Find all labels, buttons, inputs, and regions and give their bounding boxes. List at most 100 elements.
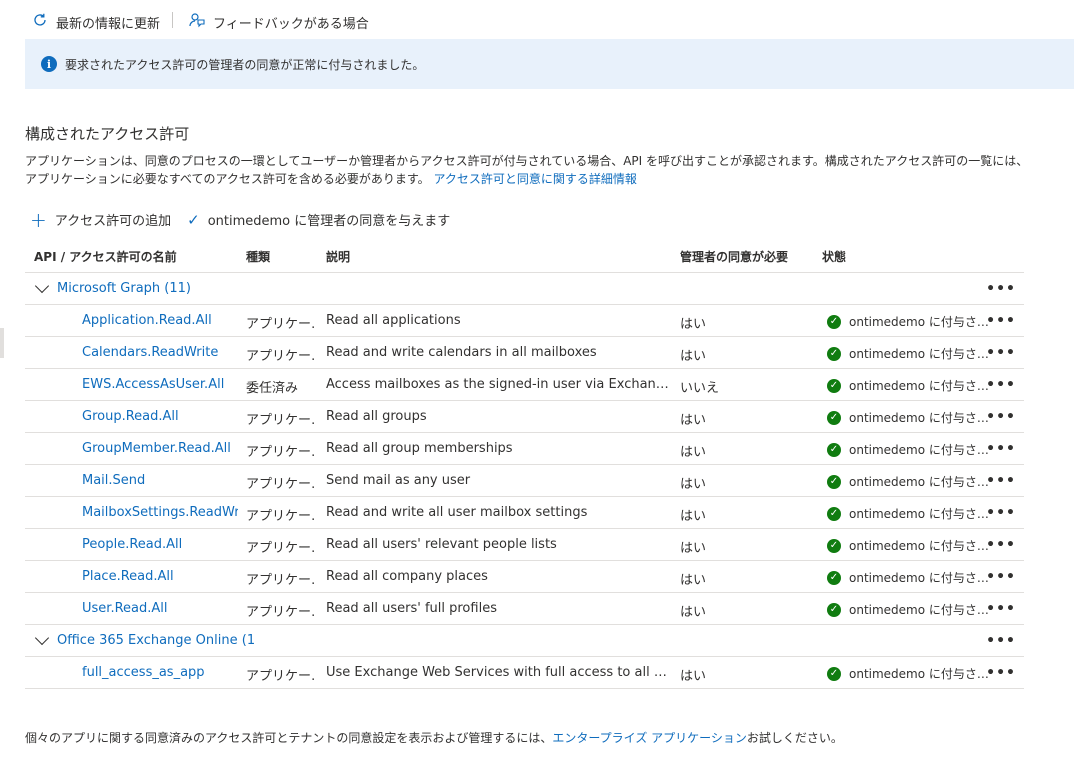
permission-actions: + アクセス許可の追加 ✓ ontimedemo に管理者の同意を与えます bbox=[30, 210, 466, 230]
refresh-button[interactable]: 最新の情報に更新 bbox=[32, 12, 160, 32]
permission-type: アプリケー… bbox=[246, 573, 316, 588]
group-toggle[interactable]: Office 365 Exchange Online (1 bbox=[34, 630, 255, 648]
status-cell: ✓ ontimedemo に付与さ… bbox=[827, 665, 992, 682]
more-options-icon[interactable]: ••• bbox=[986, 569, 1016, 585]
permission-type: アプリケー… bbox=[246, 509, 316, 524]
permission-name-link[interactable]: EWS.AccessAsUser.All bbox=[82, 377, 238, 392]
more-options-icon[interactable]: ••• bbox=[986, 313, 1016, 329]
header-admin-consent[interactable]: 管理者の同意が必要 bbox=[680, 248, 788, 265]
status-text: ontimedemo に付与さ… bbox=[849, 603, 989, 617]
header-type[interactable]: 種類 bbox=[246, 248, 270, 265]
add-permission-button[interactable]: + アクセス許可の追加 bbox=[30, 210, 172, 230]
status-text: ontimedemo に付与さ… bbox=[849, 571, 989, 585]
permission-description: Access mailboxes as the signed-in user v… bbox=[326, 377, 671, 392]
chevron-down-icon bbox=[34, 630, 50, 645]
granted-check-icon: ✓ bbox=[827, 474, 841, 489]
granted-check-icon: ✓ bbox=[827, 346, 841, 361]
permission-name-link[interactable]: Mail.Send bbox=[82, 473, 238, 488]
header-name[interactable]: API / アクセス許可の名前 bbox=[34, 248, 177, 265]
refresh-icon bbox=[32, 12, 48, 32]
admin-consent-required: はい bbox=[680, 541, 707, 556]
header-status[interactable]: 状態 bbox=[822, 248, 846, 265]
permission-description: Read all company places bbox=[326, 569, 488, 584]
status-cell: ✓ ontimedemo に付与さ… bbox=[827, 409, 992, 426]
more-options-icon[interactable]: ••• bbox=[986, 505, 1016, 521]
permission-name-link[interactable]: full_access_as_app bbox=[82, 665, 238, 680]
permission-name-link[interactable]: Group.Read.All bbox=[82, 409, 238, 424]
permission-type: アプリケー… bbox=[246, 349, 316, 364]
admin-consent-required: はい bbox=[680, 605, 707, 620]
admin-consent-required: はい bbox=[680, 509, 707, 524]
granted-check-icon: ✓ bbox=[827, 506, 841, 521]
permission-description: Read and write all user mailbox settings bbox=[326, 505, 588, 520]
permission-name-link[interactable]: MailboxSettings.ReadWrite bbox=[82, 505, 238, 520]
status-cell: ✓ ontimedemo に付与さ… bbox=[827, 441, 992, 458]
table-row: Mail.Send アプリケー… Send mail as any user はい ✓ o… bbox=[25, 465, 1024, 497]
feedback-button[interactable]: フィードバックがある場合 bbox=[189, 12, 369, 32]
learn-more-link[interactable]: アクセス許可と同意に関する詳細情報 bbox=[433, 172, 636, 186]
more-options-icon[interactable]: ••• bbox=[986, 633, 1016, 649]
table-row: User.Read.All アプリケー… Read all users' full … bbox=[25, 593, 1024, 625]
admin-consent-required: はい bbox=[680, 317, 707, 332]
permission-description: Use Exchange Web Services with full acce… bbox=[326, 665, 671, 680]
enterprise-apps-link[interactable]: エンタープライズ アプリケーション bbox=[552, 731, 747, 745]
table-body: Microsoft Graph (11) ••• Application.Read.… bbox=[25, 273, 1024, 689]
status-cell: ✓ ontimedemo に付与さ… bbox=[827, 505, 992, 522]
permission-name-link[interactable]: Place.Read.All bbox=[82, 569, 238, 584]
grant-consent-label: ontimedemo に管理者の同意を与えます bbox=[207, 214, 451, 229]
status-text: ontimedemo に付与さ… bbox=[849, 443, 989, 457]
table-header: API / アクセス許可の名前 種類 説明 管理者の同意が必要 状態 bbox=[25, 239, 1024, 273]
status-text: ontimedemo に付与さ… bbox=[849, 507, 989, 521]
feedback-icon bbox=[189, 12, 205, 32]
footer-text-end: お試しください。 bbox=[746, 731, 843, 745]
table-row: Application.Read.All アプリケー… Read all appli… bbox=[25, 305, 1024, 337]
permission-type: アプリケー… bbox=[246, 413, 316, 428]
permission-type: アプリケー… bbox=[246, 445, 316, 460]
granted-check-icon: ✓ bbox=[827, 314, 841, 329]
add-permission-label: アクセス許可の追加 bbox=[54, 214, 172, 229]
granted-check-icon: ✓ bbox=[827, 602, 841, 617]
section-title: 構成されたアクセス許可 bbox=[25, 125, 190, 143]
granted-check-icon: ✓ bbox=[827, 378, 841, 393]
permission-name-link[interactable]: Calendars.ReadWrite bbox=[82, 345, 238, 360]
more-options-icon[interactable]: ••• bbox=[986, 665, 1016, 681]
permission-name-link[interactable]: User.Read.All bbox=[82, 601, 238, 616]
status-text: ontimedemo に付与さ… bbox=[849, 475, 989, 489]
admin-consent-required: はい bbox=[680, 413, 707, 428]
table-row: People.Read.All アプリケー… Read all users' rel… bbox=[25, 529, 1024, 561]
group-row: Microsoft Graph (11) ••• bbox=[25, 273, 1024, 305]
permission-name-link[interactable]: GroupMember.Read.All bbox=[82, 441, 238, 456]
status-text: ontimedemo に付与さ… bbox=[849, 315, 989, 329]
group-toggle[interactable]: Microsoft Graph (11) bbox=[34, 278, 191, 296]
status-cell: ✓ ontimedemo に付与さ… bbox=[827, 569, 992, 586]
feedback-label: フィードバックがある場合 bbox=[213, 16, 369, 32]
more-options-icon[interactable]: ••• bbox=[986, 281, 1016, 297]
footer-note: 個々のアプリに関する同意済みのアクセス許可とテナントの同意設定を表示および管理す… bbox=[25, 729, 843, 746]
permission-name-link[interactable]: People.Read.All bbox=[82, 537, 238, 552]
permission-name-link[interactable]: Application.Read.All bbox=[82, 313, 238, 328]
header-description[interactable]: 説明 bbox=[326, 248, 350, 265]
checkmark-icon: ✓ bbox=[187, 210, 200, 229]
permission-type: アプリケー… bbox=[246, 669, 316, 684]
more-options-icon[interactable]: ••• bbox=[986, 601, 1016, 617]
command-bar: 最新の情報に更新 フィードバックがある場合 bbox=[0, 0, 1074, 40]
permissions-table: API / アクセス許可の名前 種類 説明 管理者の同意が必要 状態 Micro… bbox=[25, 239, 1024, 689]
grant-consent-button[interactable]: ✓ ontimedemo に管理者の同意を与えます bbox=[187, 210, 451, 230]
more-options-icon[interactable]: ••• bbox=[986, 473, 1016, 489]
more-options-icon[interactable]: ••• bbox=[986, 409, 1016, 425]
status-cell: ✓ ontimedemo に付与さ… bbox=[827, 313, 992, 330]
granted-check-icon: ✓ bbox=[827, 538, 841, 553]
permission-description: Read all groups bbox=[326, 409, 427, 424]
admin-consent-required: はい bbox=[680, 445, 707, 460]
admin-consent-required: はい bbox=[680, 669, 707, 684]
permission-type: アプリケー… bbox=[246, 605, 316, 620]
permission-description: Read all group memberships bbox=[326, 441, 513, 456]
more-options-icon[interactable]: ••• bbox=[986, 377, 1016, 393]
table-row: Group.Read.All アプリケー… Read all groups はい ✓ on… bbox=[25, 401, 1024, 433]
more-options-icon[interactable]: ••• bbox=[986, 537, 1016, 553]
granted-check-icon: ✓ bbox=[827, 442, 841, 457]
more-options-icon[interactable]: ••• bbox=[986, 441, 1016, 457]
permission-type: アプリケー… bbox=[246, 541, 316, 556]
more-options-icon[interactable]: ••• bbox=[986, 345, 1016, 361]
permission-type: アプリケー… bbox=[246, 317, 316, 332]
